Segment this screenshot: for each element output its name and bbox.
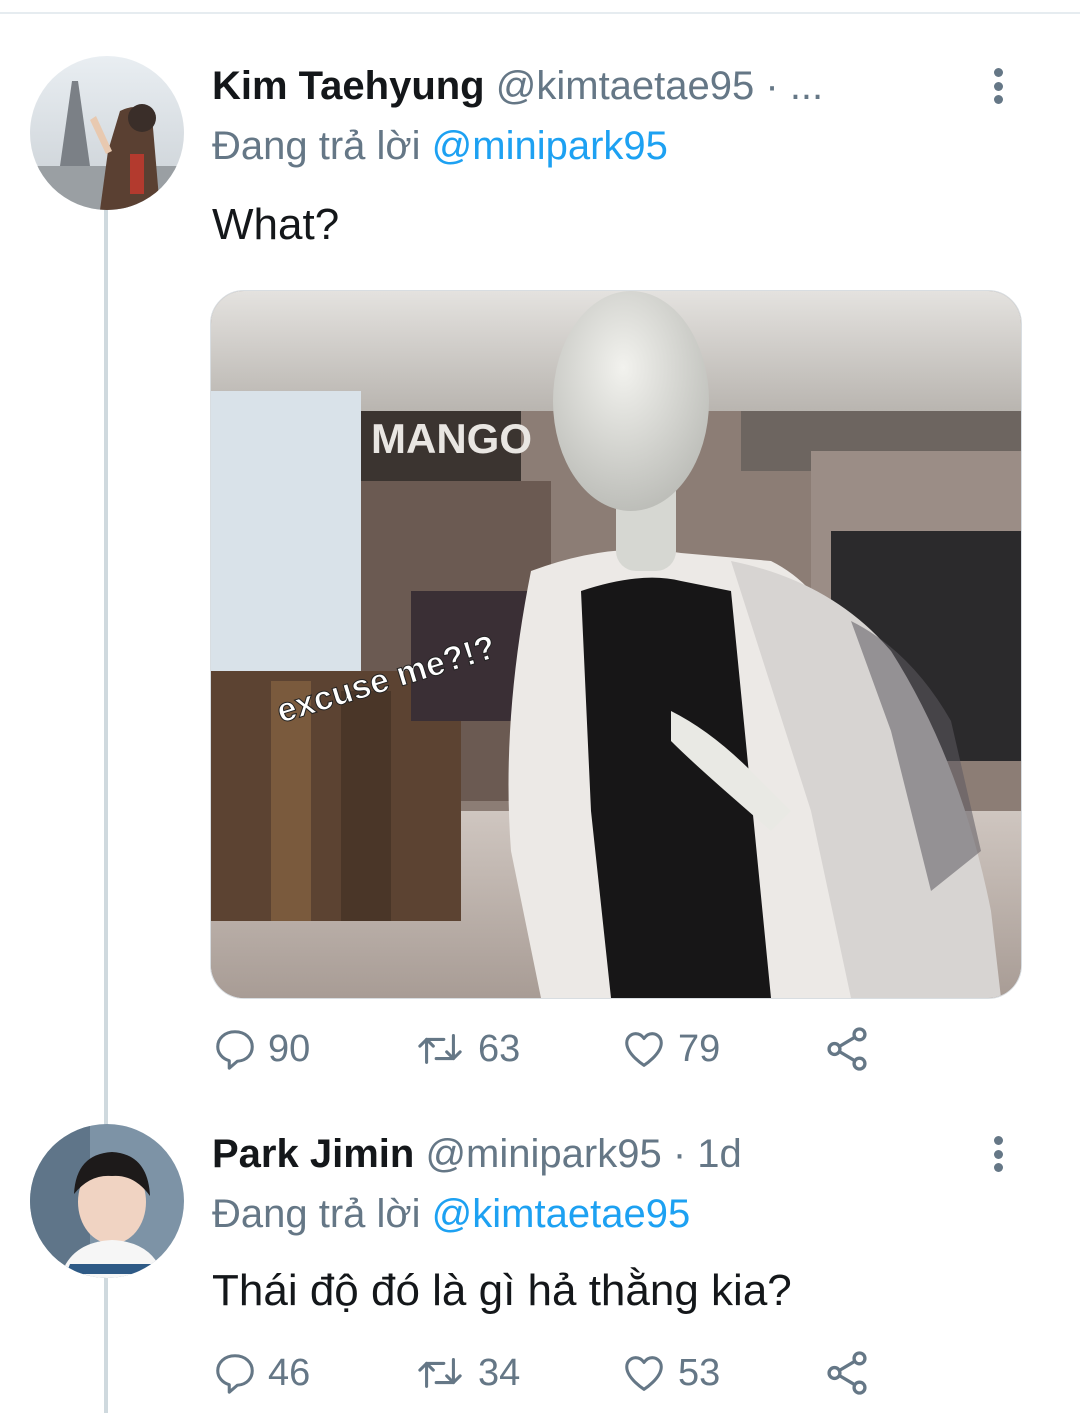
reply-to-mention[interactable]: @minipark95 [432, 124, 668, 168]
display-name[interactable]: Kim Taehyung [212, 64, 485, 108]
retweet-icon [418, 1358, 462, 1388]
tweet-park-jimin[interactable]: Park Jimin @minipark95 · 1d Đang trả lời… [0, 1100, 1080, 1413]
more-vertical-icon [993, 1136, 1003, 1145]
handle-and-time[interactable]: @minipark95 · 1d [425, 1132, 741, 1176]
replying-to-label: Đang trả lời [212, 1192, 421, 1236]
more-options-button[interactable] [986, 64, 1010, 108]
tweet-actions: 90 63 79 [212, 1024, 882, 1074]
handle-and-time[interactable]: @kimtaetae95 · ... [496, 64, 823, 108]
heart-icon [625, 1032, 663, 1067]
avatar[interactable] [30, 1124, 184, 1278]
retweet-button[interactable]: 34 [412, 1348, 520, 1398]
like-count: 53 [678, 1351, 721, 1394]
more-vertical-icon [993, 68, 1003, 77]
reply-count: 90 [268, 1027, 311, 1070]
more-options-button[interactable] [986, 1132, 1010, 1176]
tweet-actions: 46 34 53 [212, 1348, 882, 1398]
tweet-text: What? [212, 200, 340, 249]
replying-to-label: Đang trả lời [212, 124, 421, 168]
display-name[interactable]: Park Jimin [212, 1132, 414, 1176]
tweet-text: Thái độ đó là gì hả thằng kia? [212, 1266, 792, 1315]
replying-to-line: Đang trả lời @kimtaetae95 [212, 1192, 690, 1237]
retweet-button[interactable]: 63 [412, 1024, 520, 1074]
tweet-header: Kim Taehyung @kimtaetae95 · ... [212, 64, 823, 109]
store-sign-text: MANGO [371, 415, 532, 462]
avatar-photo [30, 1124, 184, 1278]
reply-button[interactable]: 90 [212, 1024, 310, 1074]
like-button[interactable]: 53 [620, 1348, 720, 1398]
heart-icon [625, 1356, 663, 1391]
replying-to-line: Đang trả lời @minipark95 [212, 124, 668, 169]
share-icon [827, 1027, 867, 1071]
retweet-count: 34 [478, 1351, 521, 1394]
share-icon [827, 1351, 867, 1395]
tweet-header: Park Jimin @minipark95 · 1d [212, 1132, 742, 1177]
share-button[interactable] [822, 1024, 872, 1074]
reply-button[interactable]: 46 [212, 1348, 310, 1398]
reply-icon [216, 1030, 254, 1070]
share-button[interactable] [822, 1348, 872, 1398]
retweet-count: 63 [478, 1027, 521, 1070]
reply-to-mention[interactable]: @kimtaetae95 [432, 1192, 691, 1236]
mannequin-meme-image: MANGO excuse me?!? [211, 291, 1021, 998]
reply-icon [216, 1354, 254, 1394]
tweet-kim-taehyung[interactable]: Kim Taehyung @kimtaetae95 · ... Đang trả… [0, 0, 1080, 1100]
like-button[interactable]: 79 [620, 1024, 720, 1074]
avatar-photo [30, 56, 184, 210]
retweet-icon [418, 1034, 462, 1064]
avatar[interactable] [30, 56, 184, 210]
tweet-media-image[interactable]: MANGO excuse me?!? [210, 290, 1022, 999]
like-count: 79 [678, 1027, 721, 1070]
reply-count: 46 [268, 1351, 311, 1394]
